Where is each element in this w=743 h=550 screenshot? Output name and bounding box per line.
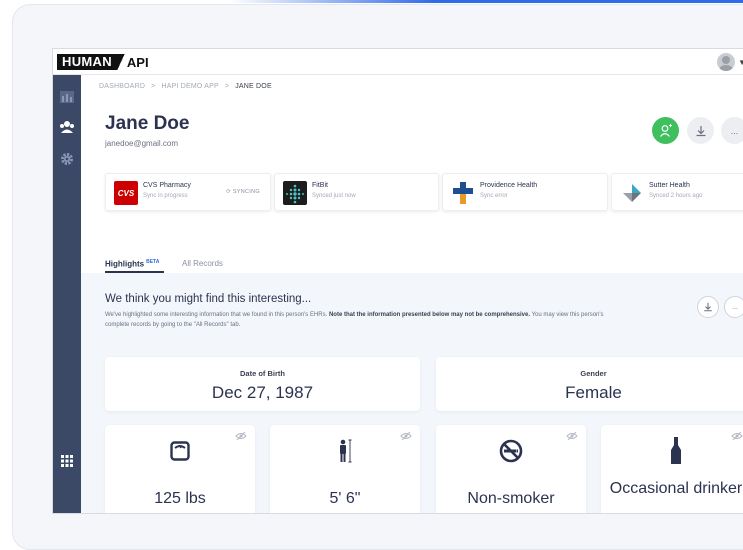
cvs-logo: CVS — [114, 181, 138, 205]
logo-box-text: HUMAN — [57, 54, 117, 70]
desc-bold: Note that the information presented belo… — [328, 312, 531, 318]
breadcrumb-current: JANE DOE — [235, 83, 272, 90]
source-name: CVS Pharmacy — [143, 182, 191, 189]
weight-card: 125 lbs — [105, 425, 255, 513]
source-card-cvs[interactable]: CVS CVS Pharmacy Sync in progress ⟳ SYNC… — [105, 173, 271, 211]
source-card-providence[interactable]: Providence Health Sync error — [442, 173, 608, 211]
page-title: Jane Doe — [105, 113, 190, 134]
sync-icon: ⟳ — [226, 189, 231, 195]
bottle-icon — [662, 437, 690, 465]
weight-value: 125 lbs — [154, 490, 206, 507]
height-value: 5' 6" — [329, 490, 361, 507]
gender-label: Gender — [580, 369, 607, 378]
height-card: 5' 6" — [270, 425, 420, 513]
drinking-card: Occasional drinker — [601, 425, 743, 513]
no-smoking-icon — [497, 437, 525, 465]
top-bar: HUMAN API ▼ — [53, 49, 743, 75]
source-card-sutter[interactable]: Sutter Health Synced 2 hours ago — [611, 173, 743, 211]
cvs-logo-text: CVS — [117, 188, 135, 198]
data-sources-row: CVS CVS Pharmacy Sync in progress ⟳ SYNC… — [105, 173, 743, 211]
gender-card: Gender Female — [436, 357, 743, 411]
source-status: Sync in progress — [143, 193, 188, 199]
connect-user-button[interactable] — [652, 117, 679, 144]
drinking-value: Occasional drinker — [609, 480, 743, 497]
user-email: janedoe@gmail.com — [105, 139, 179, 148]
scale-icon — [166, 437, 194, 465]
providence-cross-logo — [451, 181, 475, 205]
download-icon — [704, 302, 712, 312]
source-status: Synced 2 hours ago — [649, 193, 703, 199]
more-options-button[interactable]: ... — [721, 117, 743, 144]
tab-all-records[interactable]: All Records — [182, 259, 223, 268]
source-name: FitBit — [312, 182, 328, 189]
source-card-fitbit[interactable]: FitBit Synced just now — [274, 173, 439, 211]
dob-value: Dec 27, 1987 — [211, 383, 314, 402]
beta-badge: BETA — [146, 259, 160, 265]
users-icon[interactable] — [59, 119, 75, 135]
height-icon — [331, 437, 359, 465]
desc-plain: We've highlighted some interesting infor… — [105, 312, 329, 318]
highlights-description: We've highlighted some interesting infor… — [105, 311, 605, 330]
main-content: DASHBOARD > HAPI DEMO APP > JANE DOE Jane Do… — [81, 75, 743, 513]
gender-value: Female — [565, 383, 622, 402]
highlights-panel: We think you might find this interesting… — [81, 273, 743, 513]
hide-eye-icon[interactable] — [731, 431, 743, 441]
gear-icon[interactable] — [59, 151, 75, 167]
user-add-icon — [659, 123, 672, 137]
fitbit-logo — [283, 181, 307, 205]
dashboard-chart-icon[interactable] — [59, 89, 75, 105]
source-status: Sync error — [480, 193, 508, 199]
source-name: Sutter Health — [649, 182, 690, 189]
top-accent-bar — [230, 0, 743, 3]
source-name: Providence Health — [480, 182, 538, 189]
highlights-more-button[interactable]: ... — [724, 296, 743, 318]
chevron-down-icon[interactable]: ▼ — [738, 58, 743, 67]
hide-eye-icon[interactable] — [566, 431, 578, 441]
breadcrumb: DASHBOARD > HAPI DEMO APP > JANE DOE — [99, 83, 272, 90]
hide-eye-icon[interactable] — [400, 431, 412, 441]
source-status: Synced just now — [312, 193, 356, 199]
breadcrumb-app[interactable]: HAPI DEMO APP — [161, 83, 218, 90]
download-icon — [696, 125, 705, 136]
breadcrumb-dashboard[interactable]: DASHBOARD — [99, 83, 145, 90]
dob-label: Date of Birth — [240, 369, 285, 378]
more-options-label: ... — [730, 125, 739, 136]
breadcrumb-separator: > — [224, 83, 230, 90]
sync-status-badge: ⟳ SYNCING — [226, 189, 260, 195]
sidebar — [53, 75, 81, 513]
breadcrumb-separator: > — [151, 83, 156, 90]
hide-eye-icon[interactable] — [235, 431, 247, 441]
user-avatar[interactable] — [717, 53, 735, 71]
more-label: ... — [732, 303, 738, 311]
smoking-card: Non-smoker — [436, 425, 586, 513]
tab-highlights[interactable]: Highlights BETA — [105, 259, 159, 269]
highlights-title: We think you might find this interesting… — [105, 293, 312, 305]
download-button[interactable] — [687, 117, 714, 144]
sutter-logo — [620, 181, 644, 205]
logo-text: API — [126, 54, 149, 70]
app-window: HUMAN API ▼ DASHBOARD > HAPI DEMO APP > JANE… — [52, 48, 743, 514]
date-of-birth-card: Date of Birth Dec 27, 1987 — [105, 357, 420, 411]
apps-grid-icon[interactable] — [59, 453, 75, 469]
smoking-value: Non-smoker — [467, 490, 555, 507]
human-api-logo[interactable]: HUMAN API — [57, 54, 149, 70]
highlights-download-button[interactable] — [697, 296, 719, 318]
sync-badge-label: SYNCING — [232, 189, 260, 195]
tab-highlights-label: Highlights — [105, 259, 145, 269]
logo-slash — [116, 54, 125, 70]
